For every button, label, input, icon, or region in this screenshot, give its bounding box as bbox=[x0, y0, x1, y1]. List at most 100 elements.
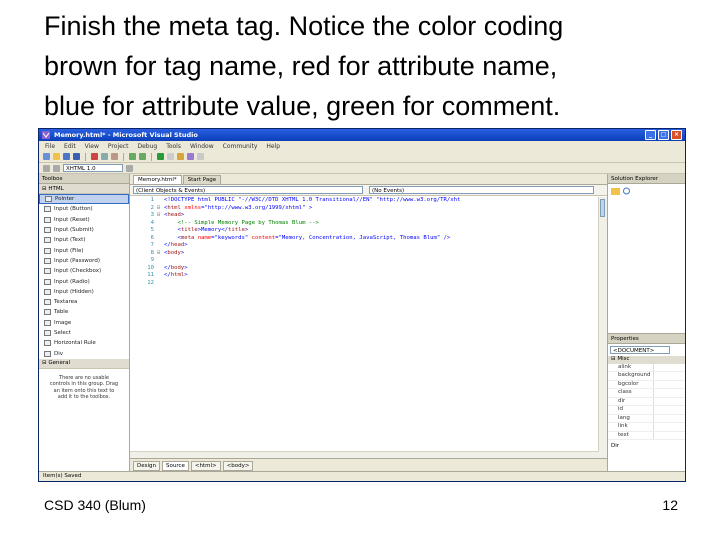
property-row[interactable]: dir bbox=[608, 397, 685, 406]
code-text-area[interactable]: 1 <!DOCTYPE html PUBLIC "-//W3C//DTD XHTM… bbox=[130, 197, 599, 458]
toolbox-item[interactable]: Textarea bbox=[39, 297, 129, 307]
toolbox-item[interactable]: Table bbox=[39, 307, 129, 317]
find-icon[interactable] bbox=[167, 153, 174, 160]
view-tab[interactable]: Source bbox=[162, 460, 189, 471]
menu-item-view[interactable]: View bbox=[85, 143, 99, 150]
fold-marker[interactable] bbox=[157, 242, 164, 250]
property-value[interactable] bbox=[652, 363, 685, 371]
menu-item-edit[interactable]: Edit bbox=[64, 143, 76, 150]
toolbox-icon[interactable] bbox=[197, 153, 204, 160]
fold-marker[interactable]: ⊟ bbox=[157, 212, 164, 220]
code-line[interactable]: 6 < meta name ="keywords" content ="Memory,… bbox=[130, 235, 599, 243]
menu-item-debug[interactable]: Debug bbox=[137, 143, 157, 150]
save-all-icon[interactable] bbox=[73, 153, 80, 160]
properties-icon[interactable] bbox=[187, 153, 194, 160]
code-line[interactable]: 3 ⊟ < head > bbox=[130, 212, 599, 220]
client-objects-dropdown[interactable]: (Client Objects & Events) bbox=[133, 186, 363, 194]
view-tab[interactable]: <body> bbox=[222, 460, 254, 471]
menu-item-help[interactable]: Help bbox=[266, 143, 280, 150]
close-button[interactable]: × bbox=[671, 130, 682, 140]
property-value[interactable] bbox=[652, 406, 685, 414]
scroll-thumb[interactable] bbox=[600, 199, 605, 217]
code-line[interactable]: 10 </body > bbox=[130, 265, 599, 273]
code-line[interactable]: 11 </html > bbox=[130, 272, 599, 280]
property-row[interactable]: lang bbox=[608, 414, 685, 423]
code-line[interactable]: 12 bbox=[130, 280, 599, 288]
toolbox-group-general[interactable]: ⊟ General bbox=[39, 358, 129, 369]
toolbox-item[interactable]: Input (Text) bbox=[39, 235, 129, 245]
start-debug-icon[interactable] bbox=[157, 153, 164, 160]
properties-object-dropdown[interactable]: <DOCUMENT> bbox=[610, 346, 670, 354]
toolbox-item[interactable]: Input (Hidden) bbox=[39, 287, 129, 297]
toolbox-item[interactable]: Input (File) bbox=[39, 245, 129, 255]
menu-item-community[interactable]: Community bbox=[223, 143, 258, 150]
property-row[interactable]: class bbox=[608, 389, 685, 398]
property-value[interactable] bbox=[652, 423, 685, 431]
properties-category[interactable]: ⊟ Misc bbox=[608, 356, 685, 364]
toolbox-item[interactable]: Image bbox=[39, 318, 129, 328]
property-row[interactable]: text bbox=[608, 431, 685, 440]
cut-icon[interactable] bbox=[91, 153, 98, 160]
property-value[interactable] bbox=[652, 397, 685, 405]
toolbox-item[interactable]: Input (Reset) bbox=[39, 215, 129, 225]
code-line[interactable]: 4 <!-- Simple Memory Page by Thomas Blum… bbox=[130, 220, 599, 228]
toolbox-item[interactable]: Horizontal Rule bbox=[39, 338, 129, 348]
property-row[interactable]: background bbox=[608, 372, 685, 381]
fold-marker[interactable]: ⊟ bbox=[157, 205, 164, 213]
toolbox-item[interactable]: Input (Password) bbox=[39, 256, 129, 266]
code-line[interactable]: 9 bbox=[130, 257, 599, 265]
menu-item-project[interactable]: Project bbox=[108, 143, 129, 150]
paste-icon[interactable] bbox=[111, 153, 118, 160]
view-tab[interactable]: <html> bbox=[190, 460, 221, 471]
vertical-scrollbar[interactable] bbox=[598, 197, 607, 458]
tab-memory-html[interactable]: Memory.html* bbox=[133, 175, 182, 184]
toolbox-item[interactable]: Input (Submit) bbox=[39, 225, 129, 235]
code-line[interactable]: 1 <!DOCTYPE html PUBLIC "-//W3C//DTD XHTM… bbox=[130, 197, 599, 205]
minimize-button[interactable]: _ bbox=[645, 130, 656, 140]
fold-marker[interactable] bbox=[157, 272, 164, 280]
toolbox-item[interactable]: Input (Button) bbox=[39, 204, 129, 214]
property-value[interactable] bbox=[652, 372, 685, 380]
format-icon[interactable] bbox=[43, 164, 50, 172]
property-value[interactable] bbox=[652, 380, 685, 388]
code-line[interactable]: 7 </head > bbox=[130, 242, 599, 250]
horizontal-scrollbar[interactable] bbox=[130, 451, 599, 458]
window-titlebar[interactable]: Memory.html* - Microsoft Visual Studio _… bbox=[39, 129, 685, 141]
validate-icon[interactable] bbox=[126, 164, 133, 172]
new-project-icon[interactable] bbox=[43, 153, 50, 160]
maximize-button[interactable]: □ bbox=[658, 130, 669, 140]
property-row[interactable]: link bbox=[608, 423, 685, 432]
property-row[interactable]: alink bbox=[608, 363, 685, 372]
property-value[interactable] bbox=[652, 414, 685, 422]
redo-icon[interactable] bbox=[139, 153, 146, 160]
fold-marker[interactable] bbox=[157, 235, 164, 243]
property-row[interactable]: bgcolor bbox=[608, 380, 685, 389]
fold-marker[interactable] bbox=[157, 280, 164, 288]
solution-explorer-icon[interactable] bbox=[177, 153, 184, 160]
events-dropdown[interactable]: (No Events) bbox=[369, 186, 594, 194]
menu-item-file[interactable]: File bbox=[45, 143, 55, 150]
fold-marker[interactable] bbox=[157, 227, 164, 235]
save-icon[interactable] bbox=[63, 153, 70, 160]
toolbox-group-html[interactable]: ⊟ HTML bbox=[39, 184, 129, 194]
toolbox-item[interactable]: Input (Checkbox) bbox=[39, 266, 129, 276]
fold-marker[interactable] bbox=[157, 257, 164, 265]
view-tab[interactable]: Design bbox=[133, 460, 160, 471]
toolbox-item[interactable]: Div bbox=[39, 348, 129, 358]
indent-icon[interactable] bbox=[53, 164, 60, 172]
open-file-icon[interactable] bbox=[53, 153, 60, 160]
toolbox-item[interactable]: Pointer bbox=[39, 194, 129, 205]
menu-item-tools[interactable]: Tools bbox=[166, 143, 181, 150]
menu-item-window[interactable]: Window bbox=[190, 143, 214, 150]
fold-marker[interactable] bbox=[157, 265, 164, 273]
code-line[interactable]: 5 < title >Memory</title > bbox=[130, 227, 599, 235]
folder-icon[interactable] bbox=[611, 187, 620, 195]
fold-marker[interactable] bbox=[157, 220, 164, 228]
tab-start-page[interactable]: Start Page bbox=[182, 175, 222, 184]
schema-dropdown[interactable]: XHTML 1.0 Transitional (*) bbox=[63, 164, 123, 180]
copy-icon[interactable] bbox=[101, 153, 108, 160]
property-value[interactable] bbox=[652, 431, 685, 439]
toolbox-item[interactable]: Input (Radio) bbox=[39, 276, 129, 286]
undo-icon[interactable] bbox=[129, 153, 136, 160]
code-line[interactable]: 2 ⊟ < html xmlns ="http://www.w3.org/1999/xh… bbox=[130, 205, 599, 213]
